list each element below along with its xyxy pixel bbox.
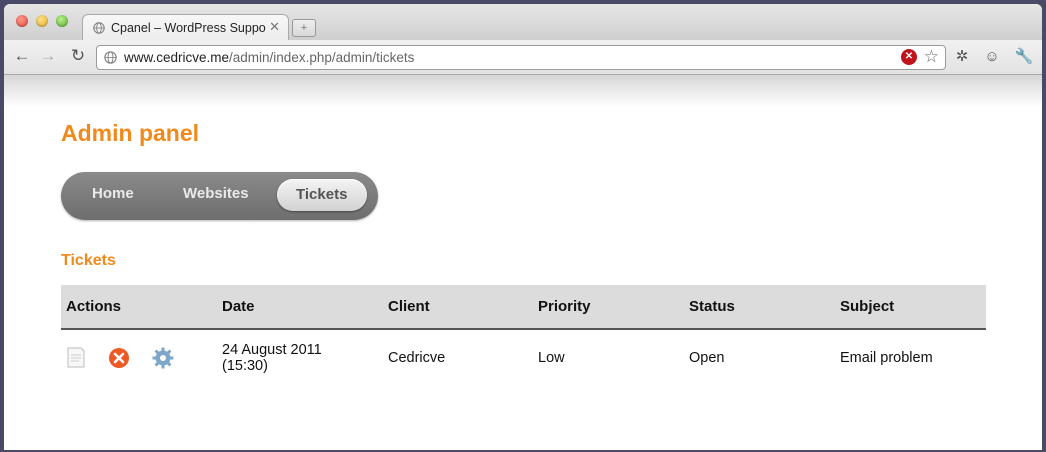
- browser-tab[interactable]: Cpanel – WordPress Support ✕: [82, 14, 289, 42]
- tab-title: Cpanel – WordPress Support: [111, 21, 266, 35]
- status-cell: Open: [689, 350, 725, 366]
- nav-home[interactable]: Home: [92, 185, 134, 202]
- date-cell: 24 August 2011 (15:30): [217, 329, 383, 386]
- title-bar: Cpanel – WordPress Support ✕ +: [4, 4, 1042, 42]
- globe-icon: [93, 22, 105, 34]
- url-path: /admin/index.php/admin/tickets: [229, 50, 415, 65]
- face-extension-icon[interactable]: ☺: [982, 47, 1002, 67]
- nav-websites[interactable]: Websites: [183, 185, 249, 202]
- url-text: www.cedricve.me/admin/index.php/admin/ti…: [124, 50, 414, 65]
- table-header-row: Actions Date Client Priority Status Subj…: [61, 285, 986, 330]
- settings-icon[interactable]: [152, 347, 174, 369]
- section-title: Tickets: [61, 252, 116, 269]
- window-maximize-button[interactable]: [56, 15, 68, 27]
- forward-arrow-icon[interactable]: →: [38, 46, 58, 66]
- bookmark-star-icon[interactable]: ☆: [924, 47, 939, 67]
- url-host: www.cedricve.me: [124, 50, 230, 65]
- page-title: Admin panel: [61, 120, 200, 146]
- client-cell: Cedricve: [388, 350, 446, 366]
- tab-close-icon[interactable]: ✕: [269, 19, 280, 35]
- wrench-icon[interactable]: 🔧: [1014, 47, 1034, 67]
- browser-window: Cpanel – WordPress Support ✕ + ← → ↻ www…: [4, 4, 1042, 450]
- page-content: Admin panel Home Websites Tickets Ticket…: [4, 75, 1042, 450]
- header-priority: Priority: [533, 285, 684, 330]
- address-bar[interactable]: www.cedricve.me/admin/index.php/admin/ti…: [96, 45, 946, 70]
- blocked-icon[interactable]: ✕: [901, 49, 917, 65]
- table-row: 24 August 2011 (15:30) Cedricve Low Open …: [61, 329, 986, 386]
- header-status: Status: [684, 285, 835, 330]
- window-minimize-button[interactable]: [36, 15, 48, 27]
- header-subject: Subject: [835, 285, 986, 330]
- nav-tickets[interactable]: Tickets: [277, 179, 367, 211]
- subject-cell: Email problem: [840, 350, 933, 366]
- browser-toolbar: ← → ↻ www.cedricve.me/admin/index.php/ad…: [4, 40, 1042, 75]
- nav-tickets-label: Tickets: [296, 186, 348, 203]
- header-client: Client: [383, 285, 533, 330]
- view-icon[interactable]: [66, 347, 86, 369]
- back-arrow-icon[interactable]: ←: [12, 46, 32, 66]
- header-actions: Actions: [61, 285, 217, 330]
- ticket-time: (15:30): [222, 358, 268, 374]
- ticket-date: 24 August 2011: [222, 342, 322, 358]
- window-close-button[interactable]: [16, 15, 28, 27]
- priority-cell: Low: [538, 350, 565, 366]
- tickets-table: Actions Date Client Priority Status Subj…: [61, 285, 986, 386]
- main-nav: Home Websites Tickets: [61, 172, 378, 220]
- actions-cell: [61, 329, 217, 386]
- delete-icon[interactable]: [108, 347, 130, 369]
- new-tab-button[interactable]: +: [292, 19, 316, 37]
- reload-icon[interactable]: ↻: [68, 46, 88, 66]
- bug-extension-icon[interactable]: ✲: [952, 47, 972, 67]
- globe-icon: [104, 51, 117, 64]
- header-date: Date: [217, 285, 383, 330]
